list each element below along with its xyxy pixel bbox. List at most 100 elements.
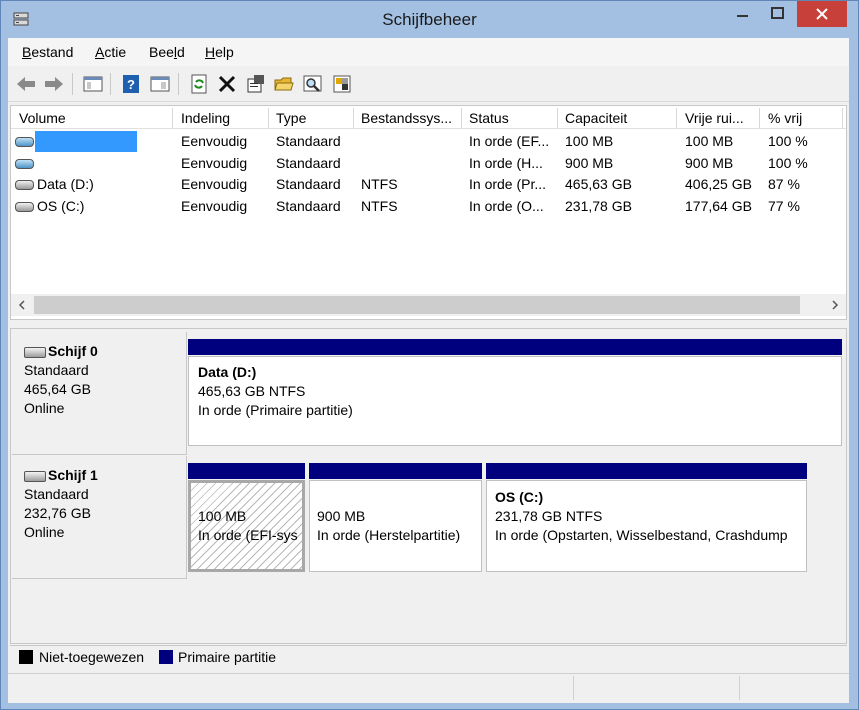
partition-status: In orde (Primaire partitie): [198, 402, 353, 418]
chevron-left-icon: [18, 300, 25, 310]
column-header-procent-vrij[interactable]: % vrij: [768, 110, 838, 126]
cell-percent-free: 77 %: [768, 197, 800, 214]
close-icon: [816, 8, 828, 20]
menu-actie-label: ctie: [104, 44, 127, 60]
scrollbar-thumb[interactable]: [34, 296, 800, 314]
svg-text:?: ?: [127, 77, 135, 92]
help-button[interactable]: ?: [119, 73, 143, 95]
menu-beeld[interactable]: Beeld: [149, 44, 185, 60]
disk-1-state: Online: [24, 524, 65, 540]
partition-header-data: [188, 339, 842, 355]
cell-type: Standaard: [276, 154, 341, 171]
cell-volume: OS (C:): [37, 197, 85, 214]
settings-button[interactable]: [330, 73, 354, 95]
search-button[interactable]: [301, 73, 325, 95]
properties-icon: [247, 75, 264, 93]
delete-button[interactable]: [215, 73, 239, 95]
settings-icon: [333, 75, 351, 93]
disk-0-name-row: Schijf 0: [24, 342, 98, 361]
column-divider[interactable]: [172, 108, 173, 128]
cell-status: In orde (EF...: [469, 133, 550, 149]
column-header-vrije-ruimte[interactable]: Vrije rui...: [685, 110, 755, 126]
status-bar: [8, 673, 849, 703]
menu-help-accesskey: H: [205, 44, 216, 60]
maximize-button[interactable]: [761, 1, 795, 27]
open-folder-icon: [274, 77, 294, 91]
partition-header-os: [486, 463, 807, 479]
disk-0-name: Schijf 0: [48, 343, 98, 359]
show-hide-console-tree-button[interactable]: [81, 73, 105, 95]
pane-splitter[interactable]: [8, 320, 849, 326]
column-divider[interactable]: [676, 108, 677, 128]
volume-icon: [15, 158, 34, 169]
column-header-bestandssysteem[interactable]: Bestandssys...: [361, 110, 459, 126]
hard-disk-icon: [24, 470, 46, 482]
minimize-button[interactable]: [726, 1, 760, 27]
menu-actie[interactable]: Actie: [95, 44, 126, 60]
column-divider[interactable]: [353, 108, 354, 128]
column-divider[interactable]: [759, 108, 760, 128]
menu-bar: [8, 38, 849, 66]
selected-volume-highlight[interactable]: [35, 131, 137, 152]
cell-free-space: 100 MB: [685, 133, 734, 149]
column-header-indeling[interactable]: Indeling: [181, 110, 266, 126]
cell-type: Standaard: [276, 197, 341, 214]
cell-filesystem: NTFS: [361, 176, 398, 192]
cell-free-space: 406,25 GB: [685, 176, 752, 192]
toolbar-separator: [110, 73, 111, 95]
column-header-status[interactable]: Status: [469, 110, 555, 126]
legend-swatch-unallocated: [19, 650, 33, 664]
cell-type: Standaard: [276, 176, 341, 192]
scroll-right-button[interactable]: [827, 296, 843, 314]
partition-size: 465,63 GB NTFS: [198, 383, 306, 399]
open-button[interactable]: [272, 73, 296, 95]
help-icon: ?: [123, 75, 139, 93]
column-header-type[interactable]: Type: [276, 110, 351, 126]
cell-percent-free: 87 %: [768, 176, 800, 192]
cell-free-space: 177,64 GB: [685, 197, 752, 214]
cell-status: In orde (H...: [469, 154, 543, 171]
properties-pane-button[interactable]: [148, 73, 172, 95]
partition-header-recovery: [309, 463, 482, 479]
disk-1-name-row: Schijf 1: [24, 466, 98, 485]
cell-indeling: Eenvoudig: [181, 176, 248, 192]
menu-help-label: elp: [215, 44, 234, 60]
forward-button[interactable]: [42, 73, 66, 95]
cell-capacity: 100 MB: [565, 133, 614, 149]
disk-1-size: 232,76 GB: [24, 505, 91, 521]
close-button[interactable]: [797, 1, 847, 27]
cell-capacity: 900 MB: [565, 154, 614, 171]
menu-bestand[interactable]: Bestand: [22, 44, 73, 60]
disk-0-type: Standaard: [24, 362, 89, 378]
cell-filesystem: NTFS: [361, 197, 398, 214]
column-divider[interactable]: [557, 108, 558, 128]
disk-1-name: Schijf 1: [48, 467, 98, 483]
cell-type: Standaard: [276, 133, 341, 149]
column-header-volume[interactable]: Volume: [19, 110, 169, 126]
refresh-button[interactable]: [187, 73, 211, 95]
volume-icon: [15, 180, 34, 190]
back-arrow-icon: [17, 77, 35, 91]
column-divider[interactable]: [842, 108, 843, 128]
minimize-icon: [737, 15, 748, 17]
column-divider[interactable]: [461, 108, 462, 128]
volume-icon: [15, 201, 34, 212]
partition-status: In orde (Herstelpartitie): [317, 527, 461, 543]
properties-button[interactable]: [244, 73, 268, 95]
forward-arrow-icon: [45, 77, 63, 91]
cell-capacity: 465,63 GB: [565, 176, 632, 192]
cell-indeling: Eenvoudig: [181, 133, 248, 149]
legend-swatch-primary: [159, 650, 173, 664]
back-button[interactable]: [14, 73, 38, 95]
toolbar-separator: [72, 73, 73, 95]
menu-help[interactable]: Help: [205, 44, 234, 60]
scroll-left-button[interactable]: [14, 296, 30, 314]
partition-status: In orde (Opstarten, Wisselbestand, Crash…: [495, 527, 788, 543]
show-hide-console-tree-icon: [83, 76, 103, 92]
partition-status: In orde (EFI-sys: [198, 527, 298, 543]
column-divider[interactable]: [268, 108, 269, 128]
cell-status: In orde (O...: [469, 197, 544, 214]
disk-1-type: Standaard: [24, 486, 89, 502]
cell-indeling: Eenvoudig: [181, 154, 248, 171]
column-header-capaciteit[interactable]: Capaciteit: [565, 110, 673, 126]
